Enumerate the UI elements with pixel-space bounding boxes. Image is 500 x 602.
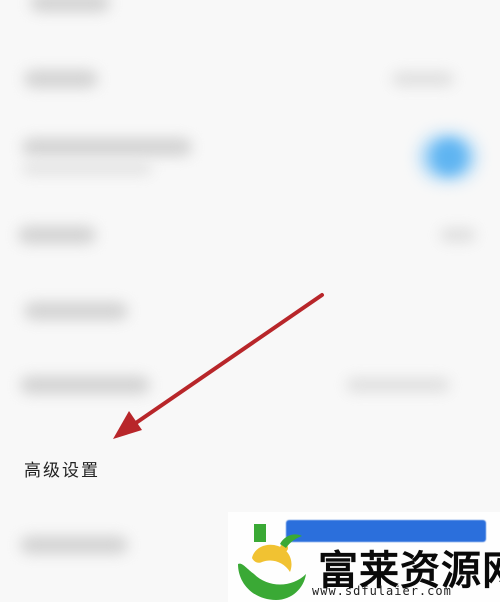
blurred-label [18,226,96,244]
blurred-value [392,72,454,86]
settings-row-top[interactable] [0,0,500,40]
blurred-value [346,378,450,392]
settings-row-4[interactable] [0,286,500,346]
blurred-value [440,228,476,242]
blurred-label [30,0,110,12]
settings-row-1[interactable] [0,48,500,108]
settings-row-3[interactable] [0,208,500,268]
blurred-label [22,138,192,156]
leaf-globe-logo-icon [238,524,306,600]
blurred-label [20,536,128,554]
toggle-knob [432,140,466,174]
watermark-url-text: www.sdfulaier.com [312,584,452,598]
blurred-label [24,302,128,320]
settings-row-5[interactable] [0,358,500,418]
blurred-label [24,70,98,88]
blurred-subtitle [22,164,152,174]
advanced-settings-item[interactable]: 高级设置 [24,456,100,481]
blurred-label [20,376,150,394]
settings-row-toggle[interactable] [0,124,500,184]
settings-screen: 高级设置 富莱资源网 www.sdfulaier.com [0,0,500,602]
